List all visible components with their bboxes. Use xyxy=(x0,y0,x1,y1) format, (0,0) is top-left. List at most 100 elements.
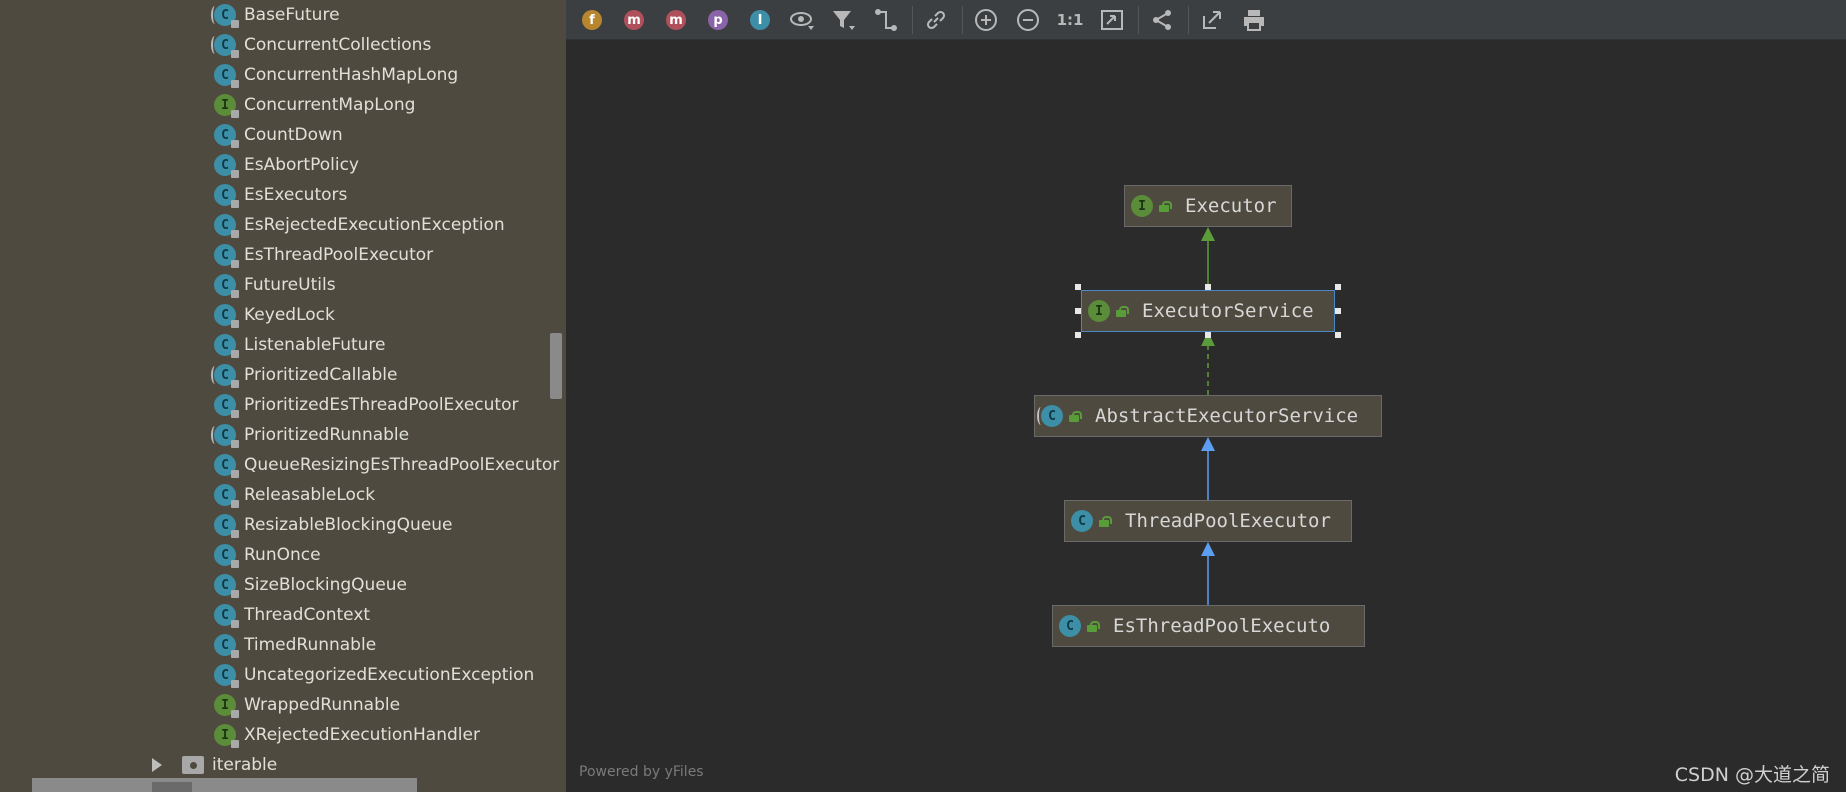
selection-handle[interactable] xyxy=(1205,332,1211,338)
tree-item-label: WrappedRunnable xyxy=(244,695,401,715)
lock-icon xyxy=(231,20,239,28)
tree-item-label: PrioritizedEsThreadPoolExecutor xyxy=(244,395,519,415)
package-label: iterable xyxy=(212,755,278,775)
interface-icon: I xyxy=(214,724,239,748)
class-icon: C xyxy=(214,664,239,688)
diagram-node-threadpoolexecutor[interactable]: C ThreadPoolExecutor xyxy=(1064,500,1352,542)
tree-item-label: QueueResizingEsThreadPoolExecutor xyxy=(244,455,560,475)
diagram-node-executor[interactable]: I Executor xyxy=(1124,185,1292,227)
tree-item-threadcontext[interactable]: C ThreadContext xyxy=(214,600,554,630)
public-unlock-icon xyxy=(1087,620,1100,632)
tree-item-esrejectedexecutionexception[interactable]: C EsRejectedExecutionException xyxy=(214,210,554,240)
lock-icon xyxy=(231,590,239,598)
lock-icon xyxy=(231,710,239,718)
public-unlock-icon xyxy=(1069,410,1082,422)
lock-icon xyxy=(231,650,239,658)
tree-item-xrejectedexecutionhandler[interactable]: I XRejectedExecutionHandler xyxy=(214,720,554,750)
tree-item-label: TimedRunnable xyxy=(244,635,377,655)
diagram-node-label: EsThreadPoolExecuto xyxy=(1113,615,1331,637)
csdn-watermark: CSDN @大道之简 xyxy=(1674,764,1830,786)
tree-item-basefuture[interactable]: C BaseFuture xyxy=(211,0,554,30)
tree-item-sizeblockingqueue[interactable]: C SizeBlockingQueue xyxy=(214,570,554,600)
lock-icon xyxy=(231,260,239,268)
diagram-node-esthreadpoolexecutor[interactable]: C EsThreadPoolExecuto xyxy=(1052,605,1365,647)
class-icon: C xyxy=(214,394,239,418)
lock-icon xyxy=(231,740,239,748)
lock-icon xyxy=(231,380,239,388)
class-icon: C xyxy=(214,244,239,268)
lock-icon xyxy=(231,620,239,628)
tree-item-esabortpolicy[interactable]: C EsAbortPolicy xyxy=(214,150,554,180)
uml-diagram-panel[interactable]: f m m p I 1:1 I Executor I ExecutorServi… xyxy=(566,0,1846,792)
tree-item-label: ReleasableLock xyxy=(244,485,376,505)
tree-item-timedrunnable[interactable]: C TimedRunnable xyxy=(214,630,554,660)
tree-item-prioritizedesthreadpoolexecutor[interactable]: C PrioritizedEsThreadPoolExecutor xyxy=(214,390,554,420)
tree-item-releasablelock[interactable]: C ReleasableLock xyxy=(214,480,554,510)
public-unlock-icon xyxy=(1099,515,1112,527)
tree-item-futureutils[interactable]: C FutureUtils xyxy=(214,270,554,300)
tree-item-label: ThreadContext xyxy=(244,605,371,625)
diagram-node-label: Executor xyxy=(1185,195,1277,217)
tree-item-label: EsAbortPolicy xyxy=(244,155,359,175)
tree-item-label: ConcurrentHashMapLong xyxy=(244,65,459,85)
lock-icon xyxy=(231,350,239,358)
tree-package-iterable[interactable]: iterable xyxy=(152,750,277,780)
tree-item-concurrentmaplong[interactable]: I ConcurrentMapLong xyxy=(214,90,554,120)
lock-icon xyxy=(231,50,239,58)
tree-item-label: UncategorizedExecutionException xyxy=(244,665,535,685)
lock-icon xyxy=(231,200,239,208)
abstract-class-icon: C xyxy=(211,424,239,448)
class-icon: C xyxy=(214,274,239,298)
tree-item-concurrentcollections[interactable]: C ConcurrentCollections xyxy=(211,30,554,60)
selection-handle[interactable] xyxy=(1075,284,1081,290)
lock-icon xyxy=(231,440,239,448)
tree-item-prioritizedrunnable[interactable]: C PrioritizedRunnable xyxy=(211,420,554,450)
tree-horizontal-scrollbar[interactable] xyxy=(32,778,417,792)
tree-item-resizableblockingqueue[interactable]: C ResizableBlockingQueue xyxy=(214,510,554,540)
lock-icon xyxy=(231,80,239,88)
selection-handle[interactable] xyxy=(1205,284,1211,290)
selection-handle[interactable] xyxy=(1335,332,1341,338)
class-icon: C xyxy=(214,484,239,508)
diagram-node-label: AbstractExecutorService xyxy=(1095,405,1359,427)
interface-icon: I xyxy=(214,694,239,718)
tree-item-keyedlock[interactable]: C KeyedLock xyxy=(214,300,554,330)
tree-item-runonce[interactable]: C RunOnce xyxy=(214,540,554,570)
selection-handle[interactable] xyxy=(1335,284,1341,290)
class-icon: C xyxy=(1071,510,1093,532)
diagram-node-executorservice[interactable]: I ExecutorService xyxy=(1081,290,1335,332)
lock-icon xyxy=(231,470,239,478)
tree-item-label: ConcurrentCollections xyxy=(244,35,432,55)
tree-item-concurrenthashmaplong[interactable]: C ConcurrentHashMapLong xyxy=(214,60,554,90)
diagram-node-abstractexecutorservice[interactable]: C AbstractExecutorService xyxy=(1034,395,1382,437)
tree-vertical-scrollbar[interactable] xyxy=(550,333,562,399)
tree-item-uncategorizedexecutionexception[interactable]: C UncategorizedExecutionException xyxy=(214,660,554,690)
selection-handle[interactable] xyxy=(1075,308,1081,314)
tree-item-label: CountDown xyxy=(244,125,343,145)
arrowhead-icon xyxy=(1201,227,1215,241)
tree-item-label: KeyedLock xyxy=(244,305,335,325)
selection-handle[interactable] xyxy=(1335,308,1341,314)
class-icon: C xyxy=(214,604,239,628)
tree-item-esexecutors[interactable]: C EsExecutors xyxy=(214,180,554,210)
abstract-class-icon: C xyxy=(211,34,239,58)
tree-item-esthreadpoolexecutor[interactable]: C EsThreadPoolExecutor xyxy=(214,240,554,270)
selection-handle[interactable] xyxy=(1075,332,1081,338)
tree-item-queueresizingesthreadpoolexecutor[interactable]: C QueueResizingEsThreadPoolExecutor xyxy=(214,450,559,480)
expand-arrow-icon[interactable] xyxy=(152,758,162,772)
tree-item-label: EsRejectedExecutionException xyxy=(244,215,505,235)
tree-item-countdown[interactable]: C CountDown xyxy=(214,120,554,150)
lock-icon xyxy=(231,530,239,538)
interface-icon: I xyxy=(214,94,239,118)
package-folder-icon xyxy=(182,756,204,774)
abstract-class-icon: C xyxy=(211,4,239,28)
tree-item-listenablefuture[interactable]: C ListenableFuture xyxy=(214,330,554,360)
tree-item-label: BaseFuture xyxy=(244,5,340,25)
tree-item-label: XRejectedExecutionHandler xyxy=(244,725,480,745)
tree-item-label: PrioritizedRunnable xyxy=(244,425,410,445)
project-tree-panel: C BaseFuture C ConcurrentCollections C Concur… xyxy=(0,0,566,792)
class-icon: C xyxy=(214,334,239,358)
tree-item-wrappedrunnable[interactable]: I WrappedRunnable xyxy=(214,690,554,720)
tree-item-prioritizedcallable[interactable]: C PrioritizedCallable xyxy=(211,360,554,390)
lock-icon xyxy=(231,170,239,178)
